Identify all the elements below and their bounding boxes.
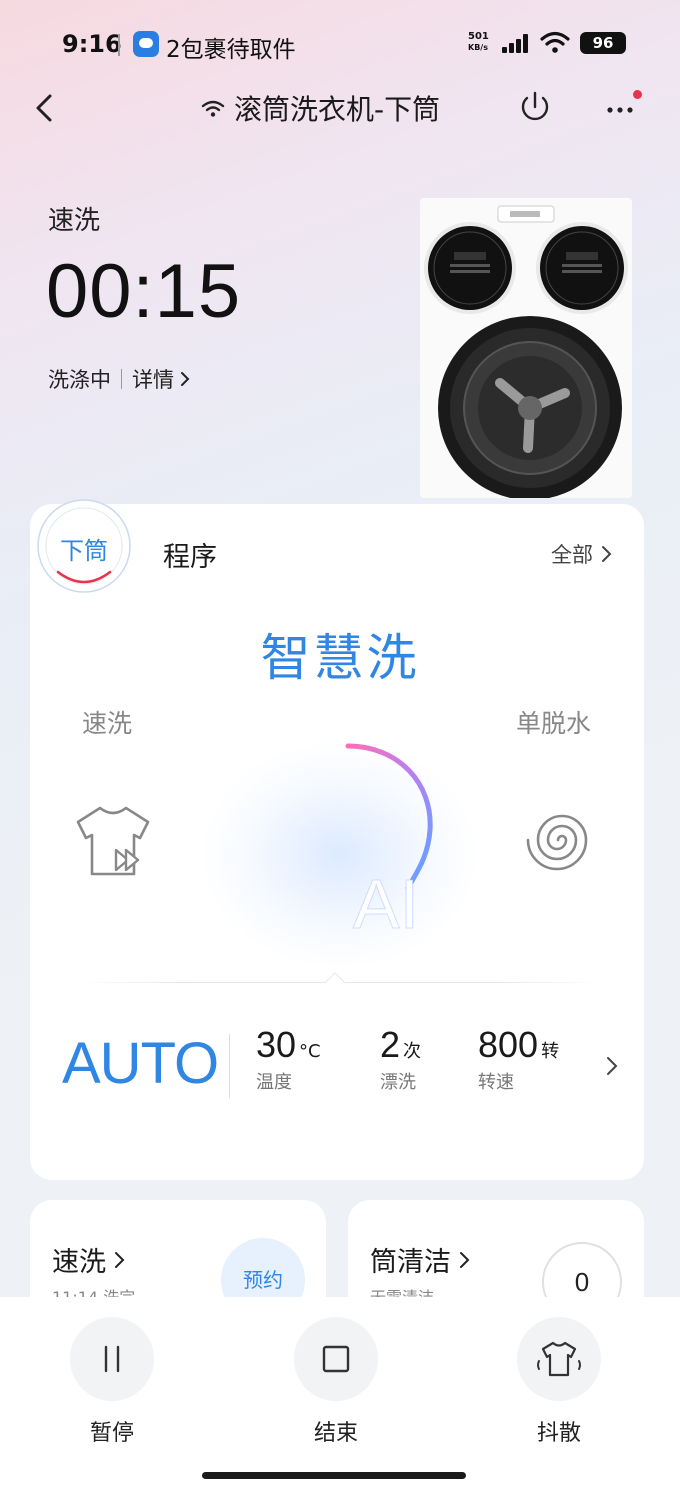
chevron-right-icon — [460, 1251, 470, 1268]
shake-action[interactable]: 抖散 — [514, 1317, 604, 1447]
shake-shirt-icon — [537, 1341, 581, 1377]
quick-wash-shirt-icon[interactable] — [72, 800, 154, 882]
device-wifi-icon — [201, 100, 225, 117]
pause-button[interactable] — [70, 1317, 154, 1401]
app-header: 滚筒洗衣机-下筒 — [0, 80, 680, 136]
network-speed: 501 KB/s — [468, 31, 489, 52]
pause-action[interactable]: 暂停 — [67, 1317, 157, 1447]
washer-image — [420, 198, 632, 498]
bottom-action-bar: 暂停 结束 抖散 — [0, 1297, 680, 1495]
state-divider — [121, 369, 122, 389]
more-menu-icon[interactable] — [602, 90, 642, 120]
temperature-param[interactable]: 30 °C 温度 — [256, 1024, 321, 1094]
back-icon[interactable] — [30, 90, 60, 126]
shake-button[interactable] — [517, 1317, 601, 1401]
power-icon[interactable] — [516, 88, 554, 126]
battery-indicator: 96 — [580, 32, 626, 54]
app-notification-icon — [133, 31, 159, 57]
all-programs-link[interactable]: 全部 — [551, 539, 615, 569]
stop-action[interactable]: 结束 — [291, 1317, 381, 1447]
auto-divider — [229, 1034, 230, 1098]
spin-spiral-icon[interactable] — [524, 802, 600, 878]
wifi-icon — [540, 31, 570, 53]
current-program-name: 智慧洗 — [260, 629, 420, 687]
spin-speed-param[interactable]: 800 转 转速 — [478, 1024, 559, 1094]
rinse-param[interactable]: 2次 漂洗 — [380, 1024, 421, 1094]
pause-label: 暂停 — [89, 1421, 134, 1446]
auto-label: AUTO — [62, 1031, 219, 1096]
wash-state-line: 洗涤中 详情 — [48, 364, 192, 394]
chevron-right-icon — [115, 1251, 125, 1268]
shake-label: 抖散 — [536, 1421, 581, 1446]
wash-state: 洗涤中 — [48, 368, 111, 392]
drum-label: 下筒 — [60, 537, 108, 565]
stop-icon — [322, 1345, 350, 1373]
pause-icon — [104, 1345, 120, 1373]
status-notification-text: 2包裹待取件 — [166, 37, 296, 63]
device-title: 滚筒洗衣机-下筒 — [234, 93, 441, 126]
remaining-time: 00:15 — [46, 249, 242, 334]
stop-label: 结束 — [313, 1421, 358, 1446]
schedule-title: 速洗 — [52, 1247, 106, 1278]
program-option-quick-wash[interactable]: 速洗 — [82, 704, 132, 740]
ai-head-icon: AI — [258, 743, 433, 944]
current-mode-name: 速洗 — [48, 206, 101, 236]
home-indicator[interactable] — [202, 1472, 466, 1479]
cell-signal-icon — [502, 33, 532, 53]
status-divider — [118, 34, 120, 56]
drum-clean-title: 筒清洁 — [370, 1247, 451, 1278]
device-title-group: 滚筒洗衣机-下筒 — [200, 88, 440, 128]
chevron-right-icon — [181, 372, 190, 386]
chevron-right-icon — [602, 546, 612, 562]
status-bar: 9:16 2包裹待取件 501 KB/s 96 — [0, 28, 680, 63]
notification-dot — [633, 90, 642, 99]
stop-button[interactable] — [294, 1317, 378, 1401]
params-chevron-right-icon[interactable] — [604, 1052, 620, 1080]
details-link[interactable]: 详情 — [132, 364, 174, 394]
drum-selector-badge[interactable]: 下筒 — [34, 496, 134, 596]
program-option-spin-only[interactable]: 单脱水 — [516, 704, 591, 740]
ai-text: AI — [353, 865, 419, 943]
status-time: 9:16 — [62, 30, 122, 58]
program-section-label: 程序 — [163, 542, 217, 573]
